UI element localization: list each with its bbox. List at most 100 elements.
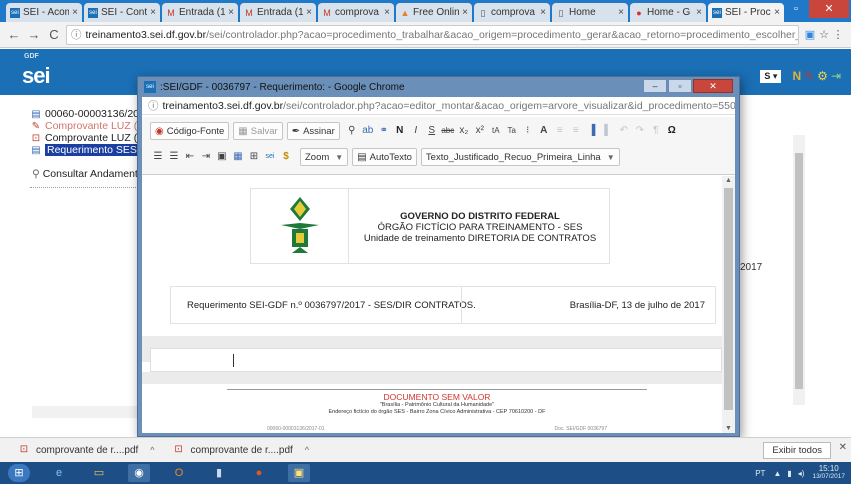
scrollbar-thumb[interactable] [795,153,803,389]
bullet-list-icon[interactable]: ☰ [166,149,182,165]
download-item[interactable]: ⊡ comprovante de r....pdf ^ [173,444,309,456]
increase-indent-icon[interactable]: ⇥ [198,149,214,165]
editable-paragraph[interactable] [150,348,722,372]
tab-close-icon[interactable]: × [540,7,546,18]
undo-icon[interactable]: ↶ [616,123,632,139]
scroll-up-icon[interactable]: ▲ [722,177,735,184]
clock[interactable]: 15:10 13/07/2017 [812,465,845,481]
tab-close-icon[interactable]: × [306,7,312,18]
image-icon[interactable]: ▣ [214,149,230,165]
volume-icon[interactable]: ◂) [798,469,805,478]
sign-button[interactable]: ✒ Assinar [286,122,340,140]
money-icon[interactable]: $ [278,149,294,165]
find-icon[interactable]: ⚲ [344,123,360,139]
omega-icon[interactable]: Ω [664,123,680,139]
browser-tab[interactable]: ▯ comprova × [474,3,550,22]
tree-item[interactable]: ⊡ Comprovante LUZ (0 [30,132,154,144]
browser-tab[interactable]: sei SEI - Contr × [84,3,160,22]
chevron-up-icon[interactable]: ^ [305,445,309,455]
download-item[interactable]: ⊡ comprovante de r....pdf ^ [18,444,155,456]
scroll-down-icon[interactable]: ▼ [722,425,735,432]
autotext-button[interactable]: ▤ AutoTexto [352,148,417,166]
menu-dots-icon[interactable]: ⋮ [831,28,845,41]
tree-item[interactable]: ✎ Comprovante LUZ (0 [30,120,154,132]
outlook-icon[interactable]: O [168,464,190,482]
tree-process-node[interactable]: ▤ 00060-00003136/2017- [30,108,154,120]
users-icon[interactable]: ⚙ [817,69,828,83]
save-button[interactable]: ▦ Salvar [233,122,283,140]
back-arrow-icon[interactable]: ← [6,27,22,42]
url-input[interactable]: ⓘ treinamento3.sei.df.gov.br /sei/contro… [66,24,799,45]
app-icon[interactable]: ▮ [208,464,230,482]
table-icon[interactable]: ▦ [230,149,246,165]
page-scrollbar[interactable] [793,135,805,405]
lowercase-icon[interactable]: Ta [504,123,520,139]
italic-icon[interactable]: I [408,123,424,139]
strike-icon[interactable]: abc [440,123,456,139]
tab-close-icon[interactable]: × [228,7,234,18]
source-code-button[interactable]: ◉ Código-Fonte [150,122,230,140]
paragraph-style-dropdown[interactable]: Texto_Justificado_Recuo_Primeira_Linha ▼ [420,148,620,166]
chevron-up-icon[interactable]: ^ [150,445,154,455]
outdent-icon[interactable]: ▌ [600,123,616,139]
replace-icon[interactable]: ab [360,123,376,139]
popup-minimize-icon[interactable]: – [643,79,667,93]
redo-icon[interactable]: ↷ [632,123,648,139]
text-color-icon[interactable]: A [536,123,552,139]
language-indicator[interactable]: PT [755,469,765,478]
notes-icon[interactable]: N [792,69,801,83]
bold-icon[interactable]: N [392,123,408,139]
paragraph-icon[interactable]: ¶ [648,123,664,139]
document-editor-area[interactable]: GOVERNO DO DISTRITO FEDERAL ÓRGÃO FICTÍC… [142,176,722,433]
tree-item-selected[interactable]: ▤ Requerimento SES/D [30,144,154,156]
browser-tab[interactable]: ▯ Home × [552,3,628,22]
indent-icon[interactable]: ▐ [584,123,600,139]
chrome-icon[interactable]: ◉ [128,464,150,482]
sei-link-icon[interactable]: sei [262,149,278,165]
forward-arrow-icon[interactable]: → [26,27,42,42]
underline-icon[interactable]: S [424,123,440,139]
align-center-icon[interactable]: ≡ [568,123,584,139]
start-icon[interactable]: ⊞ [8,464,30,482]
superscript-icon[interactable]: x² [472,123,488,139]
firefox-icon[interactable]: ● [248,464,270,482]
pencil-icon[interactable]: ✎ [804,69,814,83]
pdf-insert-icon[interactable]: ⊞ [246,149,262,165]
reload-icon[interactable]: C [46,27,62,42]
popup-maximize-icon[interactable]: ▫ [668,79,692,93]
special-char-icon[interactable]: ⁝ [520,123,536,139]
browser-tab[interactable]: ● Home - G × [630,3,706,22]
tab-close-icon[interactable]: × [462,7,468,18]
zoom-dropdown[interactable]: Zoom ▼ [300,148,349,166]
tab-close-icon[interactable]: × [150,7,156,18]
minimize-icon[interactable]: – [757,0,783,18]
decrease-indent-icon[interactable]: ⇤ [182,149,198,165]
subscript-icon[interactable]: x₂ [456,123,472,139]
tab-close-icon[interactable]: × [72,7,78,18]
tray-arrow-icon[interactable]: ▲ [773,469,781,478]
editor-scrollbar[interactable]: ▲ ▼ [722,176,735,433]
browser-tab[interactable]: ▲ Free Onlin × [396,3,472,22]
exit-icon[interactable]: ⇥ [831,69,841,83]
browser-tab[interactable]: M Entrada (1 × [240,3,316,22]
bookmark-star-icon[interactable]: ☆ [817,28,831,41]
tab-close-icon[interactable]: × [696,7,702,18]
uppercase-icon[interactable]: tA [488,123,504,139]
extension-icon[interactable]: ▣ [803,28,817,41]
numbered-list-icon[interactable]: ☰ [150,149,166,165]
tab-close-icon[interactable]: × [384,7,390,18]
unit-select[interactable]: S ▾ [760,69,782,83]
ie-icon[interactable]: e [48,464,70,482]
scrollbar-thumb[interactable] [724,188,733,410]
window-close-icon[interactable]: ✕ [809,0,849,18]
sei-logo[interactable]: sei [22,63,51,89]
info-icon[interactable]: ⓘ [71,27,82,42]
shelf-close-icon[interactable]: ✕ [839,442,847,453]
align-left-icon[interactable]: ≡ [552,123,568,139]
maximize-icon[interactable]: ▫ [783,0,809,18]
network-icon[interactable]: ▮ [787,469,791,478]
link-icon[interactable]: ⚭ [376,123,392,139]
file-explorer-icon[interactable]: ▭ [88,464,110,482]
tree-hscrollbar[interactable] [32,406,142,418]
browser-tab[interactable]: M comprova × [318,3,394,22]
